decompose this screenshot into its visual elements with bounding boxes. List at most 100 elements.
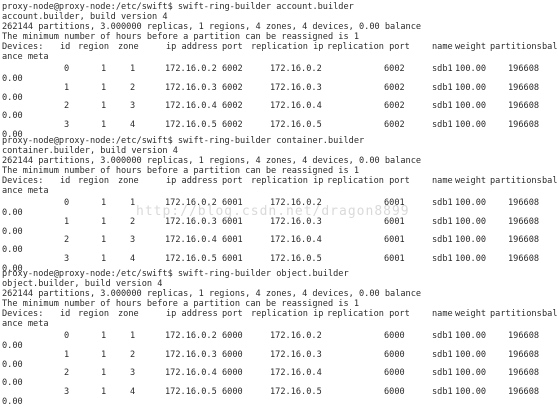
device-weight: 100.00 — [455, 216, 487, 227]
device-id: 1 — [64, 349, 70, 360]
table-column-header: id — [60, 309, 71, 319]
table-column-header: replication port — [327, 176, 410, 186]
watermark-text: http://blog.csdn.net/dragon8899 — [136, 204, 410, 219]
device-zone: 2 — [130, 82, 136, 93]
device-balance: 0.00 — [2, 397, 23, 407]
device-weight: 100.00 — [455, 101, 487, 112]
table-column-header: port — [222, 42, 243, 52]
device-region: 1 — [101, 120, 107, 131]
device-name: sdb1 — [432, 64, 453, 74]
device-partitions: 196608 — [508, 101, 540, 112]
shell-prompt: proxy-node@proxy-node:/etc/swift$ — [2, 269, 178, 279]
device-replication-ip: 172.16.0.3 — [270, 82, 322, 93]
device-partitions: 196608 — [508, 120, 540, 131]
device-name: sdb1 — [432, 349, 453, 360]
table-column-header: zone — [118, 176, 139, 186]
device-name: sdb1 — [432, 198, 453, 208]
device-weight: 100.00 — [455, 235, 487, 246]
table-column-header: region — [78, 309, 110, 319]
device-zone: 4 — [130, 254, 136, 265]
device-id: 3 — [64, 254, 70, 265]
device-id: 2 — [64, 101, 70, 112]
table-column-header: port — [222, 176, 243, 186]
device-ip-address: 172.16.0.5 — [165, 120, 217, 131]
device-name: sdb1 — [432, 120, 453, 131]
table-column-header: partitions — [490, 176, 542, 186]
device-name: sdb1 — [432, 368, 453, 379]
device-region: 1 — [101, 64, 107, 74]
builder-version-line: object.builder, build version 4 — [2, 279, 163, 289]
device-replication-port: 6002 — [384, 82, 405, 93]
device-port: 6000 — [222, 331, 243, 341]
device-partitions: 196608 — [508, 368, 540, 379]
device-zone: 1 — [130, 198, 136, 208]
table-column-header: port — [222, 309, 243, 319]
device-replication-ip: 172.16.0.5 — [270, 387, 322, 398]
device-row: 0 1 1 172.16.0.2 6002 172.16.0.2 6002 sdb1 100.0… — [0, 64, 558, 74]
device-weight: 100.00 — [455, 368, 487, 379]
device-row: 3 1 4 172.16.0.5 6002 172.16.0.5 6002 sdb1 100.0… — [0, 120, 558, 130]
table-column-header: region — [78, 176, 110, 186]
device-ip-address: 172.16.0.3 — [165, 82, 217, 93]
ring-summary-line: 262144 partitions, 3.000000 replicas, 1 … — [2, 22, 422, 32]
device-replication-ip: 172.16.0.2 — [270, 64, 322, 74]
device-id: 0 — [64, 331, 70, 341]
device-row: 2 1 3 172.16.0.4 6000 172.16.0.4 6000 sdb1 100.0… — [0, 368, 558, 378]
device-zone: 2 — [130, 216, 136, 227]
device-id: 3 — [64, 387, 70, 398]
device-region: 1 — [101, 101, 107, 112]
command-text: swift-ring-builder container.builder — [177, 136, 365, 146]
device-region: 1 — [101, 82, 107, 93]
device-replication-port: 6000 — [384, 349, 405, 360]
device-zone: 3 — [130, 235, 136, 246]
table-column-header: weight — [455, 42, 487, 52]
device-zone: 3 — [130, 101, 136, 112]
device-replication-ip: 172.16.0.3 — [270, 349, 322, 360]
devices-table-header: Devices: id region zone ip address port replic… — [0, 42, 558, 52]
device-region: 1 — [101, 235, 107, 246]
min-hours-line: The minimum number of hours before a par… — [2, 299, 359, 309]
device-ip-address: 172.16.0.2 — [165, 64, 217, 74]
command-prompt-line: proxy-node@proxy-node:/etc/swift$ swift-… — [2, 136, 364, 146]
min-hours-line: The minimum number of hours before a par… — [2, 166, 359, 176]
device-row: 3 1 4 172.16.0.5 6000 172.16.0.5 6000 sdb1 100.0… — [0, 387, 558, 397]
device-replication-port: 6001 — [384, 235, 405, 246]
device-weight: 100.00 — [455, 64, 487, 74]
command-prompt-line: proxy-node@proxy-node:/etc/swift$ swift-… — [2, 2, 354, 12]
shell-prompt: proxy-node@proxy-node:/etc/swift$ — [2, 2, 178, 12]
table-column-header: ip address — [166, 42, 218, 52]
table-column-header: id — [60, 176, 71, 186]
table-column-header: weight — [455, 309, 487, 319]
device-partitions: 196608 — [508, 387, 540, 398]
table-column-header: partitions — [490, 309, 542, 319]
device-weight: 100.00 — [455, 120, 487, 131]
table-column-header: zone — [118, 309, 139, 319]
device-region: 1 — [101, 254, 107, 265]
device-replication-ip: 172.16.0.5 — [270, 120, 322, 131]
device-port: 6001 — [222, 235, 243, 246]
table-column-header: weight — [455, 176, 487, 186]
table-column-header: name — [432, 42, 453, 52]
terminal-window[interactable]: proxy-node@proxy-node:/etc/swift$ swift-… — [0, 0, 558, 407]
device-weight: 100.00 — [455, 349, 487, 360]
device-replication-ip: 172.16.0.4 — [270, 368, 322, 379]
table-column-header: ip address — [166, 309, 218, 319]
device-port: 6002 — [222, 64, 243, 74]
device-weight: 100.00 — [455, 387, 487, 398]
device-ip-address: 172.16.0.4 — [165, 235, 217, 246]
device-region: 1 — [101, 387, 107, 398]
builder-version-line: container.builder, build version 4 — [2, 146, 178, 156]
device-ip-address: 172.16.0.2 — [165, 331, 217, 341]
device-id: 2 — [64, 368, 70, 379]
device-zone: 1 — [130, 64, 136, 74]
device-weight: 100.00 — [455, 254, 487, 265]
table-column-header: bal — [542, 176, 558, 186]
device-replication-port: 6000 — [384, 387, 405, 398]
device-region: 1 — [101, 331, 107, 341]
device-name: sdb1 — [432, 235, 453, 246]
table-column-header: Devices: — [2, 176, 44, 186]
device-id: 3 — [64, 120, 70, 131]
table-column-header: replication ip — [251, 309, 324, 319]
device-partitions: 196608 — [508, 64, 540, 74]
device-name: sdb1 — [432, 331, 453, 341]
